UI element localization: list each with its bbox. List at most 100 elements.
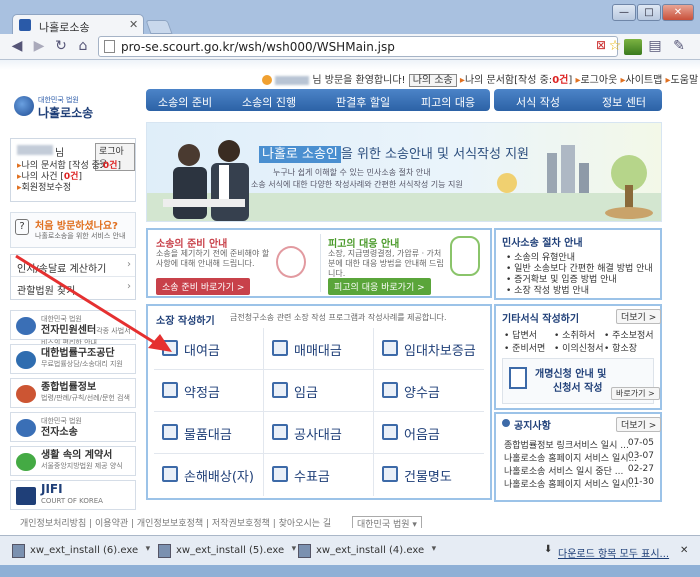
form-label: 건물명도 (404, 470, 452, 485)
my-docs-link[interactable]: 나의 문서함 (465, 75, 514, 86)
footer-link[interactable]: 개인정보보호정책 (137, 519, 203, 528)
other-form-item[interactable]: • 답변서 (504, 328, 537, 341)
banner-contracts[interactable]: 생활 속의 계약서 서울중앙지방법원 제공 양식 (10, 446, 136, 476)
nav-item-defend[interactable]: 피고의 대응 (421, 94, 475, 110)
notice-item[interactable]: 나홀로소송 홈페이지 서비스 일시... 01-30 (504, 477, 654, 490)
defend-go-button[interactable]: 피고의 대응 바로가기 > (328, 278, 431, 295)
notice-text: 나홀로소송 홈페이지 서비스 일시... (504, 454, 638, 464)
download-filename: xw_ext_install (5).exe (176, 545, 285, 556)
wrench-icon[interactable]: ✎ (670, 38, 688, 56)
my-case-button[interactable]: 나의 소송 (408, 74, 457, 87)
other-form-item[interactable]: • 소취하서 (554, 328, 595, 341)
box-icon (162, 424, 178, 440)
form-deposit[interactable]: 임대차보증금 (374, 328, 484, 370)
footer-link[interactable]: 개인정보처리방침 (20, 519, 86, 528)
url-text: pro-se.scourt.go.kr/wsh/wsh000/WSHMain.j… (121, 40, 395, 54)
court-emblem-icon (16, 419, 36, 437)
dropdown-arrow-icon[interactable]: ▾ (432, 544, 437, 554)
nav-item-after[interactable]: 판결후 할일 (336, 94, 390, 110)
procedure-item[interactable]: • 소장 작성 방법 안내 (506, 283, 589, 296)
form-goods[interactable]: 물품대금 (154, 412, 264, 454)
truck-icon (272, 424, 288, 440)
court-select[interactable]: 대한민국 법원 ▾ (352, 516, 422, 528)
other-form-item[interactable]: • 항소장 (604, 341, 637, 354)
id-card-icon (509, 367, 527, 389)
other-form-item[interactable]: • 주소보정서 (604, 328, 654, 341)
download-filename: xw_ext_install (4).exe (316, 545, 425, 556)
help-link[interactable]: 도움말 (671, 75, 699, 86)
form-agreement[interactable]: 약정금 (154, 370, 264, 412)
form-assignment[interactable]: 양수금 (374, 370, 484, 412)
notice-item[interactable]: 나홀로소송 홈페이지 서비스 일시... 03-07 (504, 451, 654, 464)
form-check[interactable]: 수표금 (264, 454, 374, 496)
footer-link[interactable]: 이용약관 (95, 519, 128, 528)
browser-tab[interactable]: 나홀로소송 ✕ (12, 14, 144, 36)
banner-jifi[interactable]: JIFI COURT OF KOREA (10, 480, 136, 510)
reload-icon[interactable]: ↻ (52, 38, 70, 56)
sitemap-link[interactable]: 사이트맵 (626, 75, 663, 86)
nav-item-forms[interactable]: 서식 작성 (516, 94, 560, 110)
notice-item[interactable]: 나홀로소송 서비스 일시 중단 ... 02-27 (504, 464, 654, 477)
close-downloads-icon[interactable]: ✕ (680, 542, 688, 560)
back-arrow-icon[interactable]: ◀ (8, 38, 26, 56)
download-item[interactable]: xw_ext_install (5).exe ▾ (156, 542, 296, 560)
banner-ecourt[interactable]: 대한민국 법원 전자소송 (10, 412, 136, 442)
banner-desc: 무료법률상담/소송대리 지원 (41, 360, 123, 368)
other-form-item[interactable]: • 이의신청서 (554, 341, 604, 354)
close-window-button[interactable]: ✕ (662, 4, 694, 21)
footer-link[interactable]: 저작권보호정책 (212, 519, 270, 528)
rename-guide-box[interactable]: 개명신청 안내 및 신청서 작성 바로가기 > (502, 358, 660, 404)
form-bill[interactable]: 어음금 (374, 412, 484, 454)
notice-title: 공지사항 (514, 421, 551, 432)
bill-icon (382, 424, 398, 440)
minimize-button[interactable]: — (612, 4, 636, 21)
maximize-button[interactable]: □ (637, 4, 661, 21)
other-form-item[interactable]: • 준비서면 (504, 341, 545, 354)
bookmark-star-icon[interactable]: ☆ (606, 38, 624, 56)
nav-item-progress[interactable]: 소송의 진행 (242, 94, 296, 110)
other-forms-title: 기타서식 작성하기 (502, 314, 580, 325)
card-divider (320, 234, 321, 292)
logout-link[interactable]: 로그아웃 (580, 75, 617, 86)
other-form-label: 항소장 (612, 344, 638, 354)
procedure-item-label: 소장 작성 방법 안내 (514, 286, 589, 296)
show-all-downloads-link[interactable]: ⬇ 다운로드 항목 모두 표시... (544, 542, 669, 560)
form-label: 물품대금 (184, 428, 232, 443)
form-wage[interactable]: 임금 (264, 370, 374, 412)
calendar-icon (162, 382, 178, 398)
notice-item[interactable]: 종합법률정보 링크서비스 일시 ... 07-05 (504, 438, 654, 451)
extension-icon[interactable] (624, 39, 642, 55)
worker-icon (272, 382, 288, 398)
nav-item-info[interactable]: 정보 센터 (602, 94, 646, 110)
form-sale[interactable]: 매매대금 (264, 328, 374, 370)
home-icon[interactable]: ⌂ (74, 38, 92, 56)
download-item[interactable]: xw_ext_install (6).exe ▾ (10, 542, 150, 560)
page-menu-icon[interactable]: ▤ (646, 38, 664, 56)
guide-go-button[interactable]: 바로가기 > (611, 387, 660, 400)
annotation-arrow (15, 254, 172, 352)
footer-link[interactable]: 찾아오시는 길 (279, 519, 332, 528)
dropdown-arrow-icon[interactable]: ▾ (146, 544, 151, 554)
form-label: 손해배상(자) (184, 470, 254, 485)
download-filename: xw_ext_install (6).exe (30, 545, 139, 556)
new-tab-button[interactable] (145, 20, 173, 34)
address-bar[interactable]: pro-se.scourt.go.kr/wsh/wsh000/WSHMain.j… (98, 36, 618, 57)
file-icon (158, 544, 171, 558)
other-forms-more-button[interactable]: 더보기 > (616, 309, 662, 324)
notice-more-button[interactable]: 더보기 > (616, 417, 662, 432)
file-icon (298, 544, 311, 558)
form-eviction[interactable]: 건물명도 (374, 454, 484, 496)
tab-close-icon[interactable]: ✕ (129, 18, 138, 31)
contract-icon (16, 453, 36, 471)
form-damages[interactable]: 손해배상(자) (154, 454, 264, 496)
banner-law-info[interactable]: 종합법률정보 법령/판례/규칙/선례/문헌 검색 (10, 378, 136, 408)
notice-date: 01-30 (627, 477, 654, 487)
chat-people-icon (450, 236, 480, 276)
banner-desc: 서울중앙지방법원 제공 양식 (41, 462, 123, 470)
form-label: 공사대금 (294, 428, 342, 443)
window-bottom-frame (0, 565, 700, 577)
favicon-icon (19, 19, 31, 31)
form-construction[interactable]: 공사대금 (264, 412, 374, 454)
download-item[interactable]: xw_ext_install (4).exe ▾ (296, 542, 436, 560)
forward-arrow-icon[interactable]: ▶ (30, 38, 48, 56)
